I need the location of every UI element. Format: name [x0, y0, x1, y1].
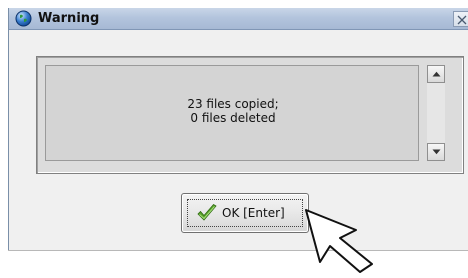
- dialog-title: Warning: [38, 11, 100, 26]
- message-box: 23 files copied; 0 files deleted: [45, 65, 419, 161]
- scroll-down-button[interactable]: [427, 143, 445, 161]
- mouse-pointer-icon: [300, 208, 390, 274]
- dialog-bottom-edge: [8, 250, 468, 251]
- scroll-down-arrow-icon: [432, 149, 441, 155]
- message-scrollbar[interactable]: [427, 65, 445, 161]
- scroll-up-arrow-icon: [432, 71, 441, 77]
- app-globe-icon: [15, 10, 32, 27]
- message-line-2: 0 files deleted: [190, 111, 276, 125]
- scroll-up-button[interactable]: [427, 65, 445, 83]
- message-panel: 23 files copied; 0 files deleted: [36, 56, 464, 174]
- message-line-1: 23 files copied;: [187, 97, 279, 111]
- close-icon: [457, 15, 467, 25]
- title-bar[interactable]: Warning: [9, 8, 468, 30]
- ok-button-label: OK [Enter]: [222, 206, 285, 220]
- close-button[interactable]: [453, 11, 468, 27]
- ok-button[interactable]: OK [Enter]: [181, 193, 309, 233]
- checkmark-icon: [196, 202, 218, 224]
